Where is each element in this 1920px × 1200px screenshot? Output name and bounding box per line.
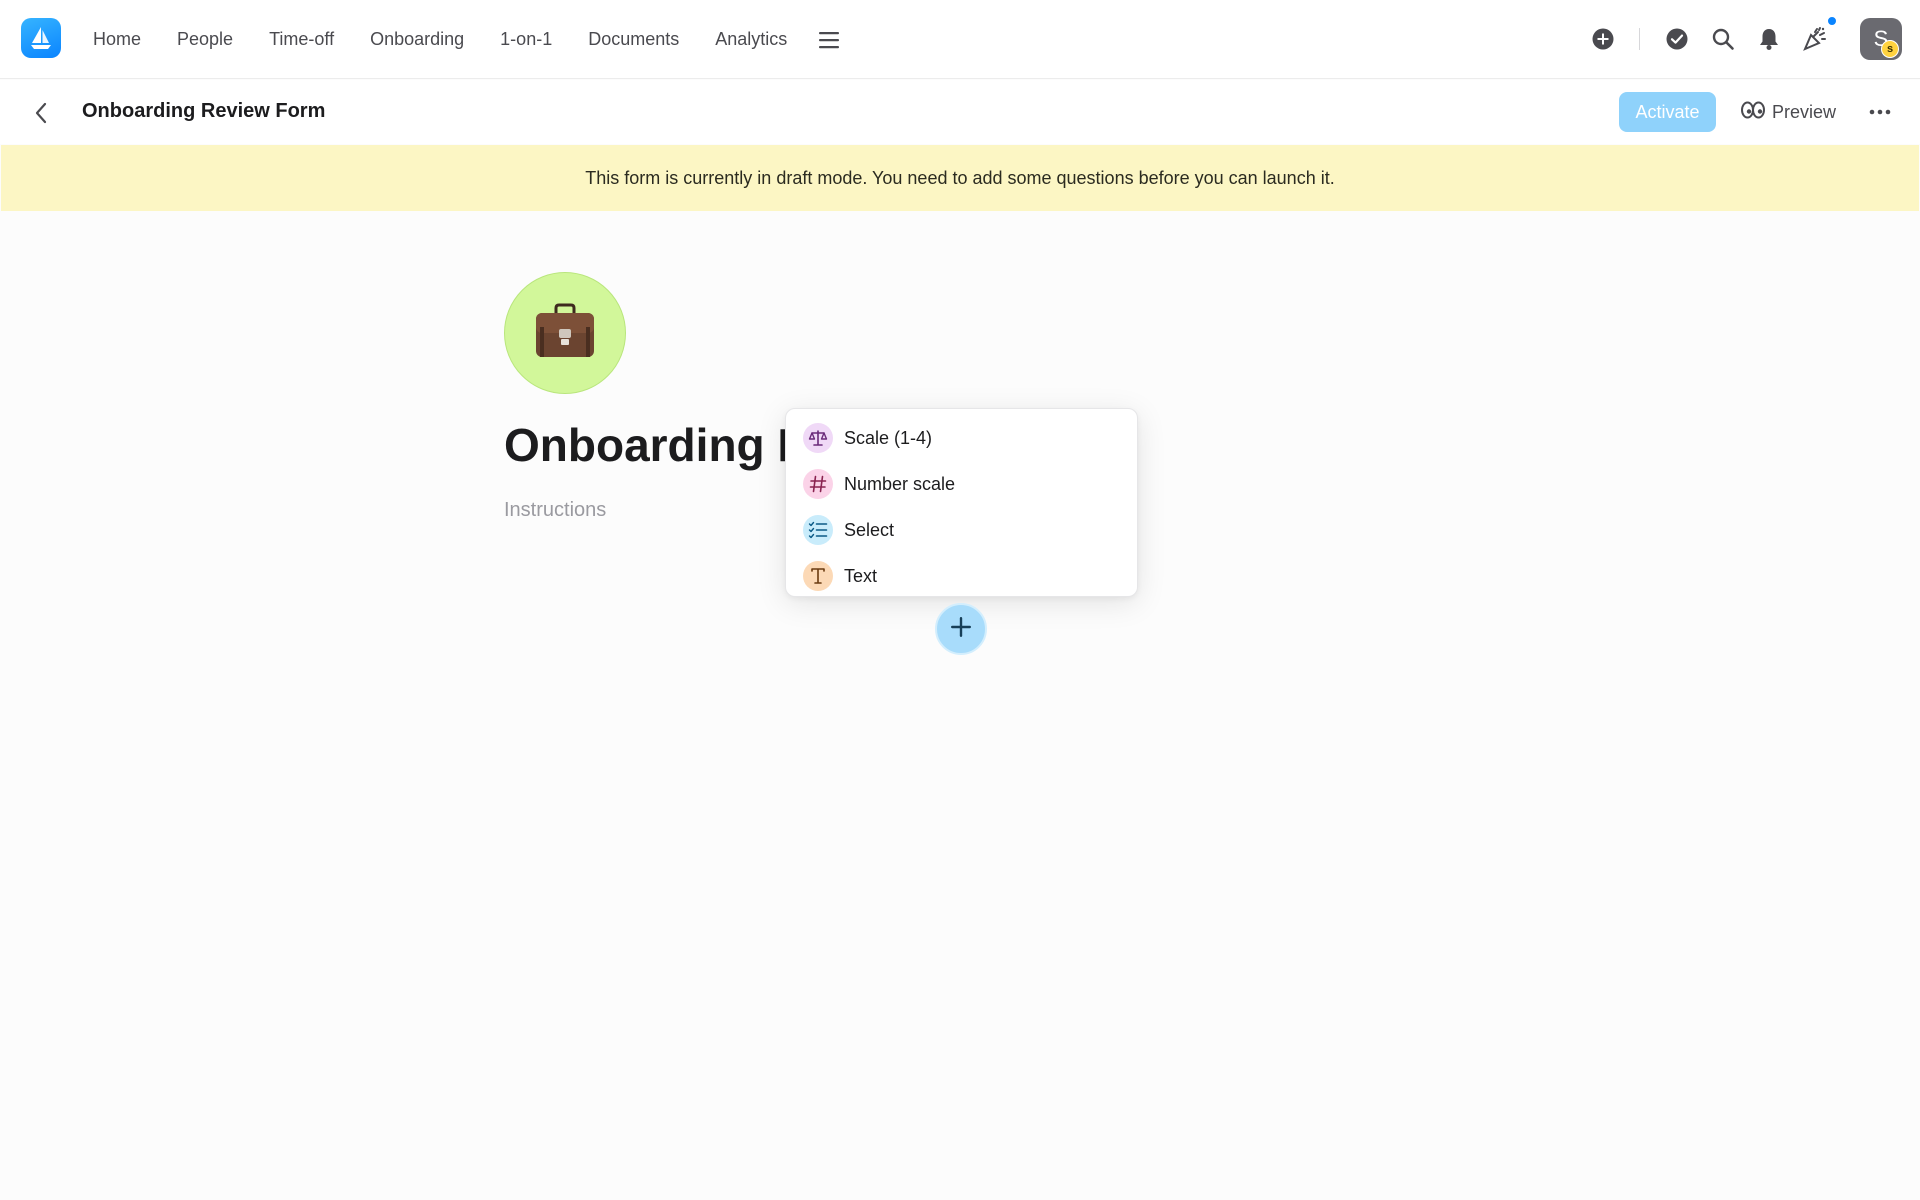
form-header-bar: Onboarding Review Form Activate Preview [0, 80, 1920, 144]
menu-item-scale[interactable]: Scale (1-4) [786, 415, 1137, 461]
instructions-field[interactable]: Instructions [504, 499, 606, 522]
add-circle-icon[interactable] [1584, 20, 1622, 58]
text-icon [803, 561, 833, 591]
checklist-icon [803, 515, 833, 545]
toolbar-divider [1639, 28, 1640, 50]
nav-item-documents[interactable]: Documents [570, 0, 697, 79]
main-nav: Home People Time-off Onboarding 1-on-1 D… [75, 0, 851, 79]
menu-item-label: Number scale [844, 473, 956, 494]
app-logo-sailboat-icon[interactable] [21, 18, 61, 58]
top-navigation-bar: Home People Time-off Onboarding 1-on-1 D… [0, 0, 1920, 79]
menu-item-number-scale[interactable]: Number scale [786, 461, 1137, 507]
page-title: Onboarding Review Form [82, 100, 326, 122]
nav-item-people[interactable]: People [159, 0, 251, 79]
nav-item-one-on-one[interactable]: 1-on-1 [482, 0, 570, 79]
bell-icon[interactable] [1750, 20, 1788, 58]
scale-icon [803, 423, 833, 453]
form-title[interactable]: Onboarding Review Form [504, 418, 794, 472]
menu-item-label: Select [844, 519, 895, 540]
draft-mode-banner: This form is currently in draft mode. Yo… [1, 145, 1919, 211]
preview-button[interactable]: Preview [1736, 92, 1840, 132]
menu-item-label: Scale (1-4) [844, 427, 933, 448]
search-icon[interactable] [1704, 20, 1742, 58]
back-arrow-icon[interactable] [24, 96, 58, 130]
eyes-icon [1740, 99, 1766, 126]
check-circle-icon[interactable] [1658, 20, 1696, 58]
question-type-menu: Scale (1-4) Number scale Select Text [785, 408, 1138, 597]
activate-button[interactable]: Activate [1619, 92, 1716, 132]
menu-item-text[interactable]: Text [786, 553, 1137, 599]
notification-dot [1826, 15, 1838, 27]
nav-item-analytics[interactable]: Analytics [697, 0, 805, 79]
nav-item-onboarding[interactable]: Onboarding [352, 0, 482, 79]
user-avatar-badge: s [1881, 40, 1899, 58]
menu-item-select[interactable]: Select [786, 507, 1137, 553]
menu-item-label: Text [844, 565, 878, 586]
hash-icon [803, 469, 833, 499]
briefcase-icon [534, 303, 596, 364]
nav-item-home[interactable]: Home [75, 0, 159, 79]
nav-item-time-off[interactable]: Time-off [251, 0, 352, 79]
form-emoji-picker[interactable] [504, 272, 626, 394]
more-options-icon[interactable] [1862, 94, 1898, 130]
plus-icon [949, 615, 973, 644]
hamburger-icon[interactable] [807, 18, 851, 62]
add-question-button[interactable] [935, 603, 987, 655]
preview-label: Preview [1772, 101, 1837, 122]
